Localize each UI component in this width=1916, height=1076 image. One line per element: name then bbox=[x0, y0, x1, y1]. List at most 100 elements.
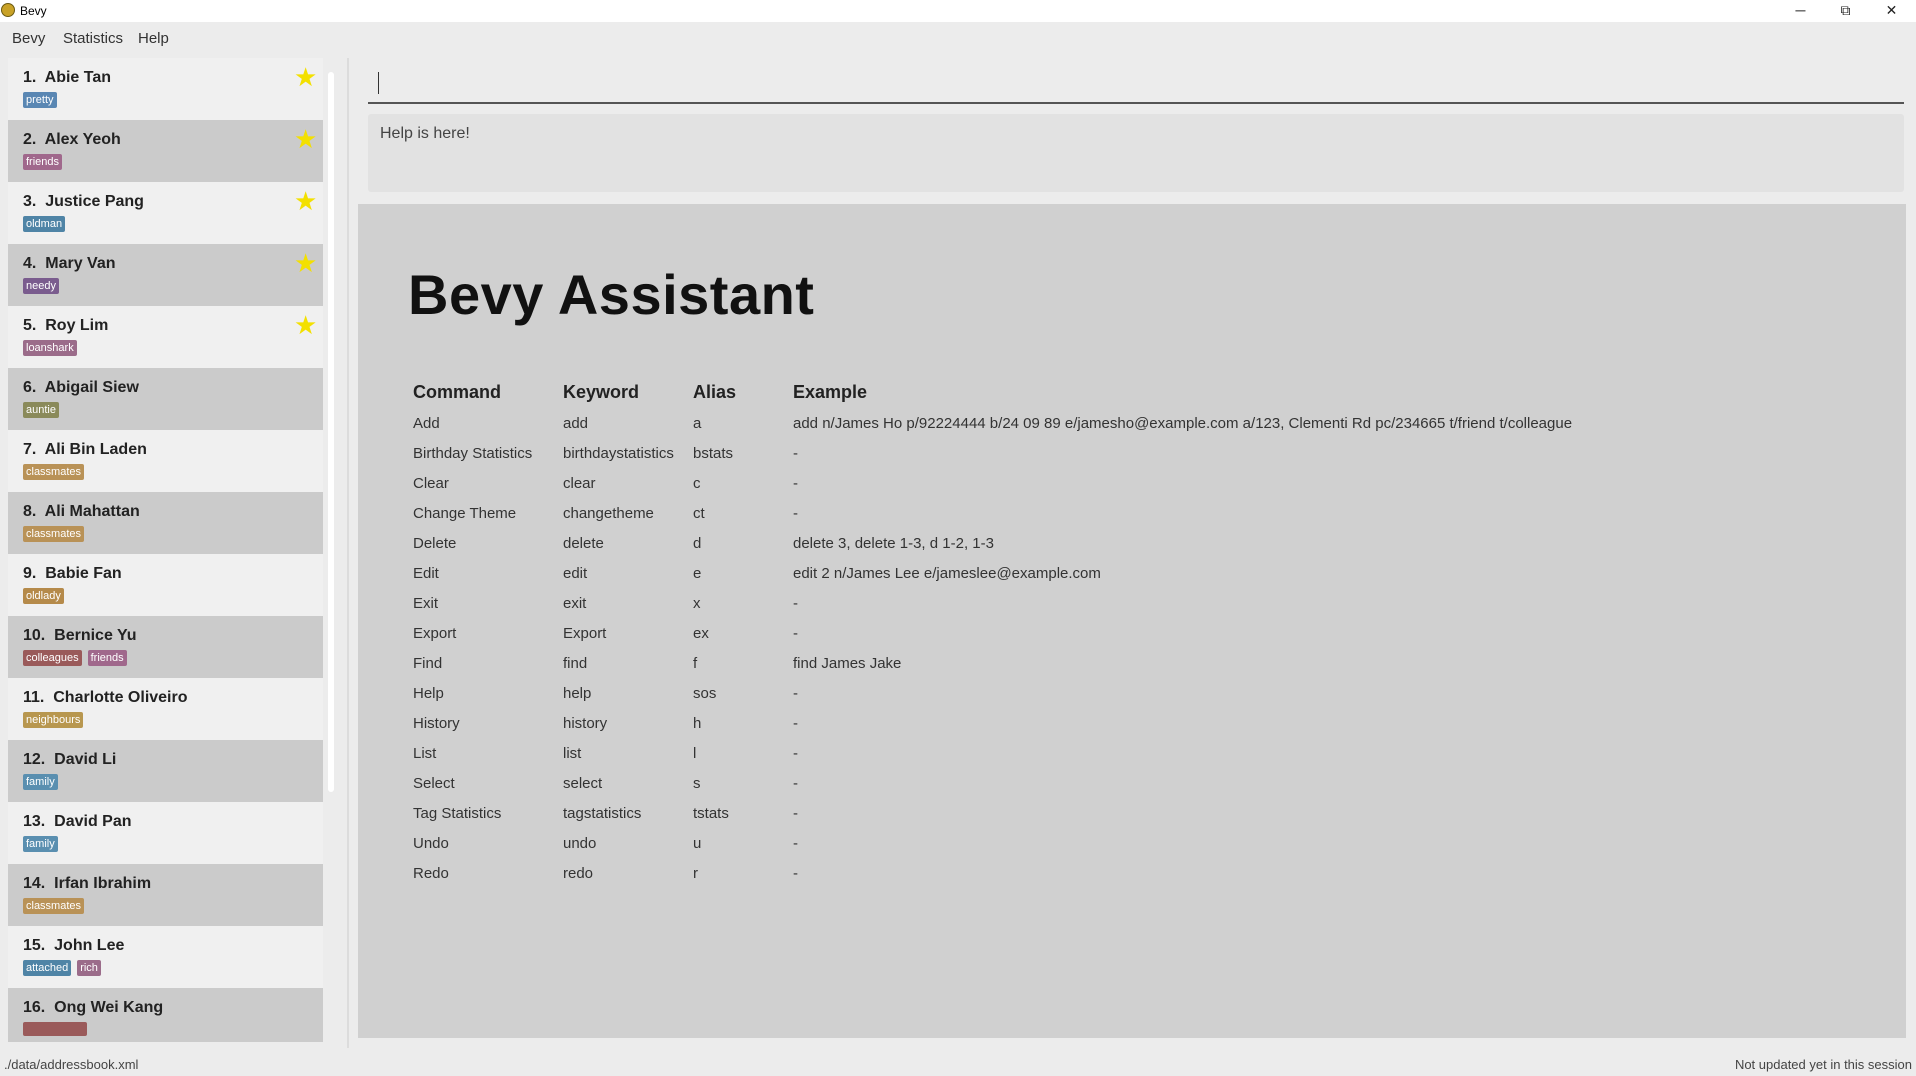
person-name-text: Justice Pang bbox=[45, 193, 144, 210]
person-index: 9. bbox=[23, 565, 37, 582]
help-table-row: Add add a add n/James Ho p/92224444 b/24 09… bbox=[358, 415, 1906, 445]
help-table-row: Clear clear c - bbox=[358, 475, 1906, 505]
person-card[interactable]: 3. Justice Pang oldman ★ bbox=[8, 182, 323, 244]
row-command: Exit bbox=[413, 595, 439, 612]
menu-bar: Bevy Statistics Help bbox=[0, 22, 1916, 54]
tag-list: oldlady bbox=[23, 588, 64, 604]
person-name: 12. David Li bbox=[23, 751, 116, 769]
menu-help[interactable]: Help bbox=[138, 30, 169, 47]
row-keyword: undo bbox=[563, 835, 597, 852]
tag-list: classmates bbox=[23, 464, 85, 480]
person-index: 11. bbox=[23, 689, 45, 706]
restore-button[interactable]: ⧉ bbox=[1823, 0, 1868, 22]
person-card[interactable]: 12. David Li family bbox=[8, 740, 323, 802]
row-command: History bbox=[413, 715, 460, 732]
row-example: - bbox=[793, 445, 798, 462]
row-example: - bbox=[793, 835, 798, 852]
row-alias: d bbox=[693, 535, 702, 552]
person-card[interactable]: 2. Alex Yeoh friends ★ bbox=[8, 120, 323, 182]
person-name: 16. Ong Wei Kang bbox=[23, 999, 163, 1017]
person-card[interactable]: 10. Bernice Yu colleagues friends bbox=[8, 616, 323, 678]
person-name-text: Ong Wei Kang bbox=[54, 999, 164, 1016]
row-alias: ex bbox=[693, 625, 709, 642]
help-table-row: Tag Statistics tagstatistics tstats - bbox=[358, 805, 1906, 835]
person-name: 15. John Lee bbox=[23, 937, 124, 955]
close-button[interactable]: ✕ bbox=[1869, 0, 1914, 22]
favorite-star-icon[interactable]: ★ bbox=[294, 126, 317, 152]
person-name-text: Ali Bin Laden bbox=[44, 441, 147, 458]
person-card[interactable]: 9. Babie Fan oldlady bbox=[8, 554, 323, 616]
row-command: Redo bbox=[413, 865, 449, 882]
favorite-star-icon[interactable]: ★ bbox=[294, 250, 317, 276]
command-input[interactable] bbox=[368, 64, 1904, 104]
favorite-star-icon[interactable]: ★ bbox=[294, 64, 317, 90]
person-card[interactable]: 7. Ali Bin Laden classmates bbox=[8, 430, 323, 492]
person-name-text: Bernice Yu bbox=[54, 627, 137, 644]
row-alias: x bbox=[693, 595, 701, 612]
row-keyword: list bbox=[563, 745, 582, 762]
row-keyword: changetheme bbox=[563, 505, 654, 522]
tag-badge: family bbox=[23, 836, 58, 852]
menu-statistics[interactable]: Statistics bbox=[63, 30, 123, 47]
row-example: - bbox=[793, 685, 798, 702]
person-name-text: Abigail Siew bbox=[44, 379, 139, 396]
row-example: find James Jake bbox=[793, 655, 902, 672]
person-index: 6. bbox=[23, 379, 37, 396]
person-name-text: David Li bbox=[54, 751, 117, 768]
person-index: 3. bbox=[23, 193, 37, 210]
row-keyword: history bbox=[563, 715, 608, 732]
help-table-row: Change Theme changetheme ct - bbox=[358, 505, 1906, 535]
row-keyword: Export bbox=[563, 625, 607, 642]
row-example: edit 2 n/James Lee e/jameslee@example.co… bbox=[793, 565, 1101, 582]
favorite-star-icon[interactable]: ★ bbox=[294, 312, 317, 338]
person-card[interactable]: 14. Irfan Ibrahim classmates bbox=[8, 864, 323, 926]
person-card[interactable]: 1. Abie Tan pretty ★ bbox=[8, 58, 323, 120]
row-example: - bbox=[793, 775, 798, 792]
menu-bevy[interactable]: Bevy bbox=[12, 30, 45, 47]
person-card[interactable]: 16. Ong Wei Kang bbox=[8, 988, 323, 1042]
tag-badge: oldlady bbox=[23, 588, 64, 604]
person-card[interactable]: 11. Charlotte Oliveiro neighbours bbox=[8, 678, 323, 740]
row-command: Change Theme bbox=[413, 505, 517, 522]
help-table-row: Exit exit x - bbox=[358, 595, 1906, 625]
person-card[interactable]: 5. Roy Lim loanshark ★ bbox=[8, 306, 323, 368]
tag-badge: loanshark bbox=[23, 340, 77, 356]
tag-list bbox=[23, 1022, 87, 1036]
tag-badge: classmates bbox=[23, 464, 85, 480]
person-index: 5. bbox=[23, 317, 37, 334]
tag-list: friends bbox=[23, 154, 63, 170]
row-example: - bbox=[793, 865, 798, 882]
row-keyword: add bbox=[563, 415, 589, 432]
help-table-row: Birthday Statistics birthdaystatistics bst… bbox=[358, 445, 1906, 475]
person-list[interactable]: 1. Abie Tan pretty ★ 2. Alex Yeoh friends ★ 3.… bbox=[0, 58, 348, 1042]
person-card[interactable]: 8. Ali Mahattan classmates bbox=[8, 492, 323, 554]
help-title: Bevy Assistant bbox=[408, 263, 815, 326]
tag-list: classmates bbox=[23, 898, 85, 914]
person-name-text: Babie Fan bbox=[45, 565, 122, 582]
person-name: 3. Justice Pang bbox=[23, 193, 144, 211]
row-alias: a bbox=[693, 415, 702, 432]
list-scrollbar[interactable] bbox=[328, 72, 334, 792]
person-card[interactable]: 15. John Lee attached rich bbox=[8, 926, 323, 988]
tag-badge: family bbox=[23, 774, 58, 790]
app-logo-icon bbox=[1, 3, 15, 17]
help-table-row: Edit edit e edit 2 n/James Lee e/jameslee@e… bbox=[358, 565, 1906, 595]
person-card[interactable]: 4. Mary Van needy ★ bbox=[8, 244, 323, 306]
row-command: Help bbox=[413, 685, 444, 702]
title-bar: Bevy ─ ⧉ ✕ bbox=[0, 0, 1916, 22]
tag-badge: friends bbox=[23, 154, 63, 170]
row-command: Edit bbox=[413, 565, 439, 582]
row-keyword: clear bbox=[563, 475, 596, 492]
person-index: 1. bbox=[23, 69, 37, 86]
minimize-button[interactable]: ─ bbox=[1778, 0, 1823, 22]
row-alias: u bbox=[693, 835, 702, 852]
person-card[interactable]: 6. Abigail Siew auntie bbox=[8, 368, 323, 430]
favorite-star-icon[interactable]: ★ bbox=[294, 188, 317, 214]
tag-badge: classmates bbox=[23, 526, 85, 542]
split-divider[interactable] bbox=[347, 58, 349, 1048]
tag-badge: rich bbox=[77, 960, 101, 976]
row-alias: s bbox=[693, 775, 701, 792]
person-name: 4. Mary Van bbox=[23, 255, 116, 273]
tag-badge: oldman bbox=[23, 216, 66, 232]
person-card[interactable]: 13. David Pan family bbox=[8, 802, 323, 864]
